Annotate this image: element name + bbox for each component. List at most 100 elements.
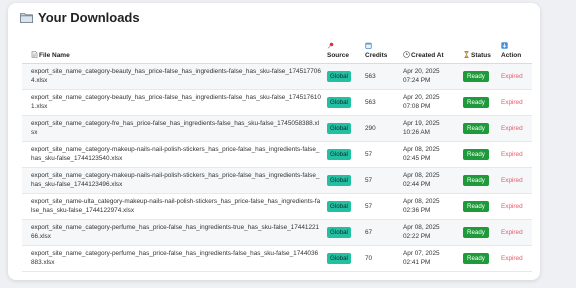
column-label-file: File Name [39, 51, 70, 59]
status-badge: Ready [463, 148, 489, 160]
column-header-action[interactable]: Action [498, 38, 532, 64]
source-badge: Global [327, 200, 351, 212]
file-name-cell: export_site_name_category-perfume_has_pr… [22, 219, 324, 246]
source-cell: Global [324, 115, 362, 142]
source-cell: Global [324, 141, 362, 168]
title-row: Your Downloads [20, 10, 140, 25]
created-at-cell: Apr 08, 2025 02:45 PM [400, 141, 460, 168]
status-badge: Ready [463, 96, 489, 108]
credits-cell: 563 [362, 63, 400, 90]
clock-icon [403, 50, 410, 58]
created-date: Apr 08, 2025 [403, 146, 440, 153]
created-at-cell: Apr 08, 2025 02:44 PM [400, 167, 460, 194]
created-at-cell: Apr 20, 2025 07:24 PM [400, 63, 460, 90]
source-badge: Global [327, 96, 351, 108]
status-cell: Ready [460, 219, 498, 246]
action-cell: Expired [498, 115, 532, 142]
column-label-action: Action [501, 51, 522, 59]
table-row: export_site_name_category-fre_has_price-… [22, 115, 532, 142]
file-name-cell: export_site_name_category-fre_has_price-… [22, 115, 324, 142]
created-at-cell: Apr 08, 2025 02:36 PM [400, 193, 460, 220]
column-label-source: Source [327, 51, 350, 59]
column-label-credits: Credits [365, 51, 388, 59]
credits-cell: 57 [362, 167, 400, 194]
action-cell: Expired [498, 141, 532, 168]
source-cell: Global [324, 193, 362, 220]
expired-label: Expired [501, 202, 523, 210]
created-time: 07:24 PM [403, 77, 431, 84]
expired-label: Expired [501, 150, 523, 158]
column-header-created[interactable]: Created At [400, 38, 460, 64]
created-time: 02:22 PM [403, 233, 431, 240]
downloads-table-body: export_site_name_category-beauty_has_pri… [22, 63, 532, 272]
created-date: Apr 20, 2025 [403, 68, 440, 75]
credits-cell: 67 [362, 219, 400, 246]
action-cell: Expired [498, 245, 532, 272]
created-date: Apr 08, 2025 [403, 198, 440, 205]
credits-cell: 290 [362, 115, 400, 142]
pin-icon [327, 42, 334, 49]
created-at-cell: Apr 08, 2025 02:22 PM [400, 219, 460, 246]
created-time: 02:44 PM [403, 181, 431, 188]
created-time: 02:41 PM [403, 259, 431, 266]
status-cell: Ready [460, 115, 498, 142]
page-icon [31, 50, 38, 58]
column-header-source[interactable]: Source [324, 38, 362, 64]
created-time: 02:36 PM [403, 207, 431, 214]
status-cell: Ready [460, 141, 498, 168]
expired-label: Expired [501, 124, 523, 132]
source-badge: Global [327, 226, 351, 238]
column-header-file[interactable]: File Name [22, 38, 324, 64]
file-name-cell: export_site_name-ulta_category-makeup-na… [22, 193, 324, 220]
file-name: export_site_name_category-perfume_has_pr… [31, 224, 320, 240]
status-cell: Ready [460, 63, 498, 90]
source-cell: Global [324, 245, 362, 272]
calendar-icon [365, 42, 372, 49]
status-badge: Ready [463, 122, 489, 134]
credits-cell: 57 [362, 193, 400, 220]
table-row: export_site_name_category-beauty_has_pri… [22, 63, 532, 90]
hourglass-icon [464, 50, 469, 58]
created-date: Apr 19, 2025 [403, 120, 440, 127]
status-cell: Ready [460, 167, 498, 194]
file-name-cell: export_site_name_category-makeup-nails-n… [22, 141, 324, 168]
downloads-table: File Name Source Credits Created At Stat… [22, 38, 532, 272]
credits-cell: 57 [362, 141, 400, 168]
table-row: export_site_name_category-makeup-nails-n… [22, 167, 532, 194]
source-cell: Global [324, 89, 362, 116]
action-cell: Expired [498, 193, 532, 220]
created-date: Apr 08, 2025 [403, 224, 440, 231]
created-date: Apr 20, 2025 [403, 94, 440, 101]
folder-icon [20, 13, 33, 23]
downloads-card: Your Downloads File Name Source Credits … [8, 3, 540, 280]
source-badge: Global [327, 174, 351, 186]
source-cell: Global [324, 63, 362, 90]
page-title: Your Downloads [38, 10, 140, 25]
file-name: export_site_name_category-perfume_has_pr… [31, 250, 319, 266]
file-name-cell: export_site_name_category-perfume_has_pr… [22, 245, 324, 272]
source-badge: Global [327, 122, 351, 134]
status-badge: Ready [463, 70, 489, 82]
status-badge: Ready [463, 226, 489, 238]
source-badge: Global [327, 252, 351, 264]
download-arrow-icon [501, 41, 508, 49]
status-cell: Ready [460, 89, 498, 116]
action-cell: Expired [498, 89, 532, 116]
file-name-cell: export_site_name_category-beauty_has_pri… [22, 63, 324, 90]
file-name: export_site_name_category-makeup-nails-n… [31, 172, 320, 188]
expired-label: Expired [501, 228, 523, 236]
status-badge: Ready [463, 174, 489, 186]
table-row: export_site_name-ulta_category-makeup-na… [22, 193, 532, 220]
status-cell: Ready [460, 245, 498, 272]
expired-label: Expired [501, 176, 523, 184]
column-label-created: Created At [411, 51, 444, 59]
column-header-status[interactable]: Status [460, 38, 498, 64]
file-name: export_site_name_category-makeup-nails-n… [31, 146, 320, 162]
table-row: export_site_name_category-perfume_has_pr… [22, 245, 532, 272]
status-badge: Ready [463, 200, 489, 212]
column-label-status: Status [471, 51, 491, 59]
expired-label: Expired [501, 254, 523, 262]
file-name: export_site_name_category-beauty_has_pri… [31, 94, 321, 110]
column-header-credits[interactable]: Credits [362, 38, 400, 64]
action-cell: Expired [498, 219, 532, 246]
